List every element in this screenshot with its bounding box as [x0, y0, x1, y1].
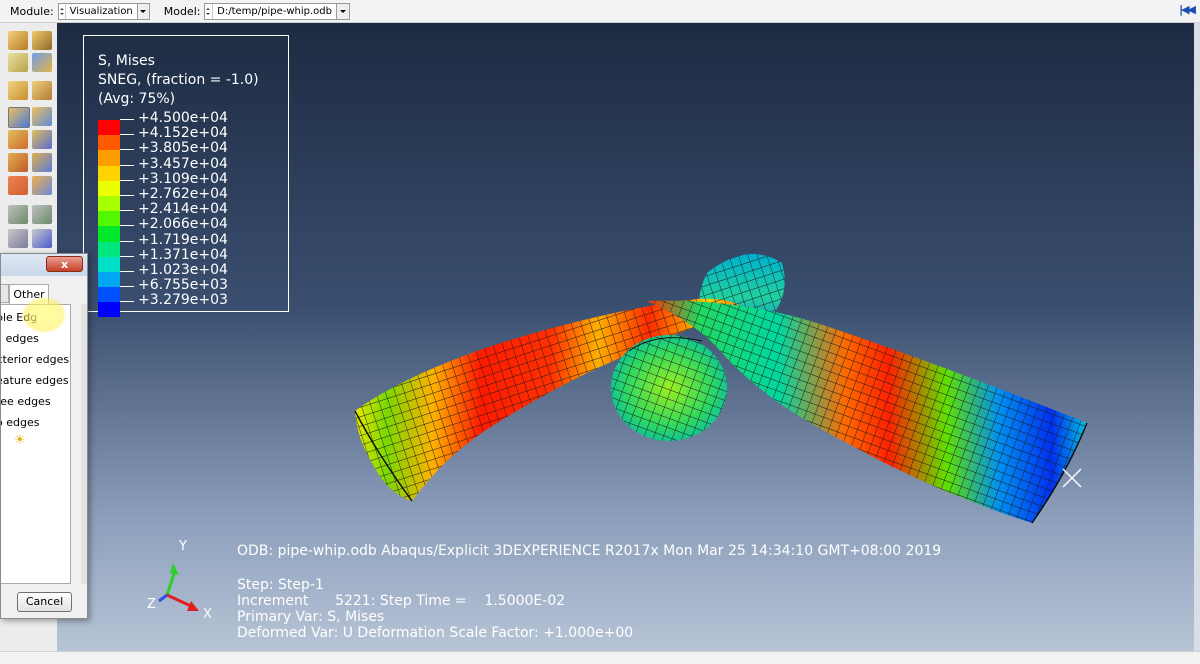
- primary-var-line: Primary Var: S, Mises: [237, 609, 385, 625]
- material-options-icon[interactable]: [32, 130, 52, 149]
- plot-contours-icon[interactable]: [8, 81, 28, 100]
- module-combo[interactable]: Visualization: [57, 2, 150, 20]
- view-cut-manager-icon[interactable]: [32, 205, 52, 224]
- legend-value: +1.371e+04: [120, 247, 228, 263]
- edge-options-panel: ble Edg ll edges xterior edges eature ed…: [1, 304, 71, 584]
- increment-line: Increment 5221: Step Time = 1.5000E-02: [237, 593, 566, 609]
- close-icon[interactable]: x: [46, 256, 83, 272]
- tensor-options-icon[interactable]: [32, 153, 52, 172]
- option-all-edges[interactable]: ll edges: [1, 332, 39, 345]
- chevron-down-icon[interactable]: [136, 3, 149, 19]
- legend-swatch: [98, 241, 120, 257]
- module-value: Visualization: [69, 5, 133, 17]
- legend-value: +2.762e+04: [120, 186, 228, 202]
- legend-swatch: [98, 150, 120, 166]
- viewport-scrollbar[interactable]: [1194, 23, 1200, 651]
- legend-swatch: [98, 287, 120, 303]
- front-cylinder: [611, 335, 727, 441]
- legend-value: +2.414e+04: [120, 201, 228, 217]
- plot-undeformed-icon[interactable]: [8, 31, 28, 50]
- dialog-scrollbar[interactable]: [81, 304, 87, 584]
- legend-value: +1.023e+04: [120, 262, 228, 278]
- legend-swatch: [98, 195, 120, 212]
- symbol-options-icon[interactable]: [32, 107, 52, 126]
- view-triad: Y X Z: [145, 537, 225, 627]
- module-label: Module:: [10, 4, 54, 18]
- legend-swatches: [98, 120, 120, 318]
- animate-options-icon[interactable]: [32, 176, 52, 195]
- legend-value: +3.457e+04: [120, 156, 228, 172]
- legend-swatch: [98, 135, 120, 151]
- option-no-edges[interactable]: o edges: [1, 416, 39, 429]
- legend-swatch: [98, 256, 120, 272]
- context-bar: Module: Visualization Model: D:/temp/pip…: [0, 0, 1200, 23]
- status-bar: [0, 651, 1200, 664]
- step-line: Step: Step-1: [237, 577, 324, 593]
- common-options-icon[interactable]: [8, 53, 28, 72]
- plot-deformed-icon[interactable]: [32, 31, 52, 50]
- model-combo[interactable]: D:/temp/pipe-whip.odb: [204, 2, 351, 20]
- first-frame-icon[interactable]: |◀◀: [1179, 3, 1196, 16]
- legend-value: +4.152e+04: [120, 125, 228, 141]
- legend-subtitle: SNEG, (fraction = -1.0): [98, 72, 259, 88]
- display-group-manager-icon[interactable]: [32, 229, 52, 248]
- viewport[interactable]: S, Mises SNEG, (fraction = -1.0) (Avg: 7…: [57, 23, 1200, 651]
- model-label: Model:: [163, 4, 201, 18]
- contour-options-icon[interactable]: [32, 81, 52, 100]
- triad-x-label: X: [203, 607, 212, 622]
- end-marker-icon: [1062, 468, 1082, 488]
- dialog-titlebar[interactable]: x: [1, 254, 87, 276]
- legend-value: +6.755e+03: [120, 277, 228, 293]
- legend-title: S, Mises: [98, 53, 155, 69]
- display-group-icon[interactable]: [8, 229, 28, 248]
- legend-value: +1.719e+04: [120, 232, 228, 248]
- plot-material-icon[interactable]: [8, 130, 28, 149]
- option-free-edges[interactable]: ree edges: [1, 395, 51, 408]
- triad-y-label: Y: [179, 539, 187, 554]
- legend-swatch: [98, 211, 120, 227]
- deformed-var-line: Deformed Var: U Deformation Scale Factor…: [237, 625, 634, 641]
- legend-swatch: [98, 120, 120, 136]
- legend-swatch: [98, 302, 120, 318]
- spin-icon: [205, 3, 214, 19]
- option-feature-edges[interactable]: eature edges: [1, 374, 69, 387]
- legend-averaging: (Avg: 75%): [98, 91, 176, 107]
- plot-tensor-icon[interactable]: [8, 153, 28, 172]
- triad-z-label: Z: [147, 597, 156, 612]
- legend-swatch: [98, 165, 120, 181]
- tab-previous[interactable]: [1, 284, 9, 303]
- legend-swatch: [98, 271, 120, 288]
- cancel-button[interactable]: Cancel: [17, 592, 72, 612]
- legend-value: +3.109e+04: [120, 171, 228, 187]
- legend-value: +3.279e+03: [120, 293, 228, 308]
- animate-icon[interactable]: [8, 176, 28, 195]
- spin-icon: [59, 3, 66, 19]
- legend-swatch: [98, 180, 120, 196]
- legend-swatch: [98, 226, 120, 242]
- lightbulb-icon[interactable]: ☀: [14, 433, 26, 448]
- model-value: D:/temp/pipe-whip.odb: [217, 5, 332, 17]
- plot-symbols-icon[interactable]: [8, 107, 30, 128]
- legend-value: +2.066e+04: [120, 217, 228, 232]
- legend-value: +3.805e+04: [120, 141, 228, 156]
- option-exterior-edges[interactable]: xterior edges: [1, 353, 69, 366]
- view-cut-icon[interactable]: [8, 205, 28, 224]
- superimpose-icon[interactable]: [32, 53, 52, 72]
- legend-value: +4.500e+04: [120, 110, 228, 126]
- cursor-highlight: [22, 297, 66, 333]
- chevron-down-icon[interactable]: [336, 3, 350, 19]
- contour-legend[interactable]: S, Mises SNEG, (fraction = -1.0) (Avg: 7…: [83, 35, 289, 318]
- legend-values: +4.500e+04 +4.152e+04 +3.805e+04 +3.457e+04…: [120, 110, 228, 308]
- odb-info-line: ODB: pipe-whip.odb Abaqus/Explicit 3DEXP…: [237, 543, 942, 559]
